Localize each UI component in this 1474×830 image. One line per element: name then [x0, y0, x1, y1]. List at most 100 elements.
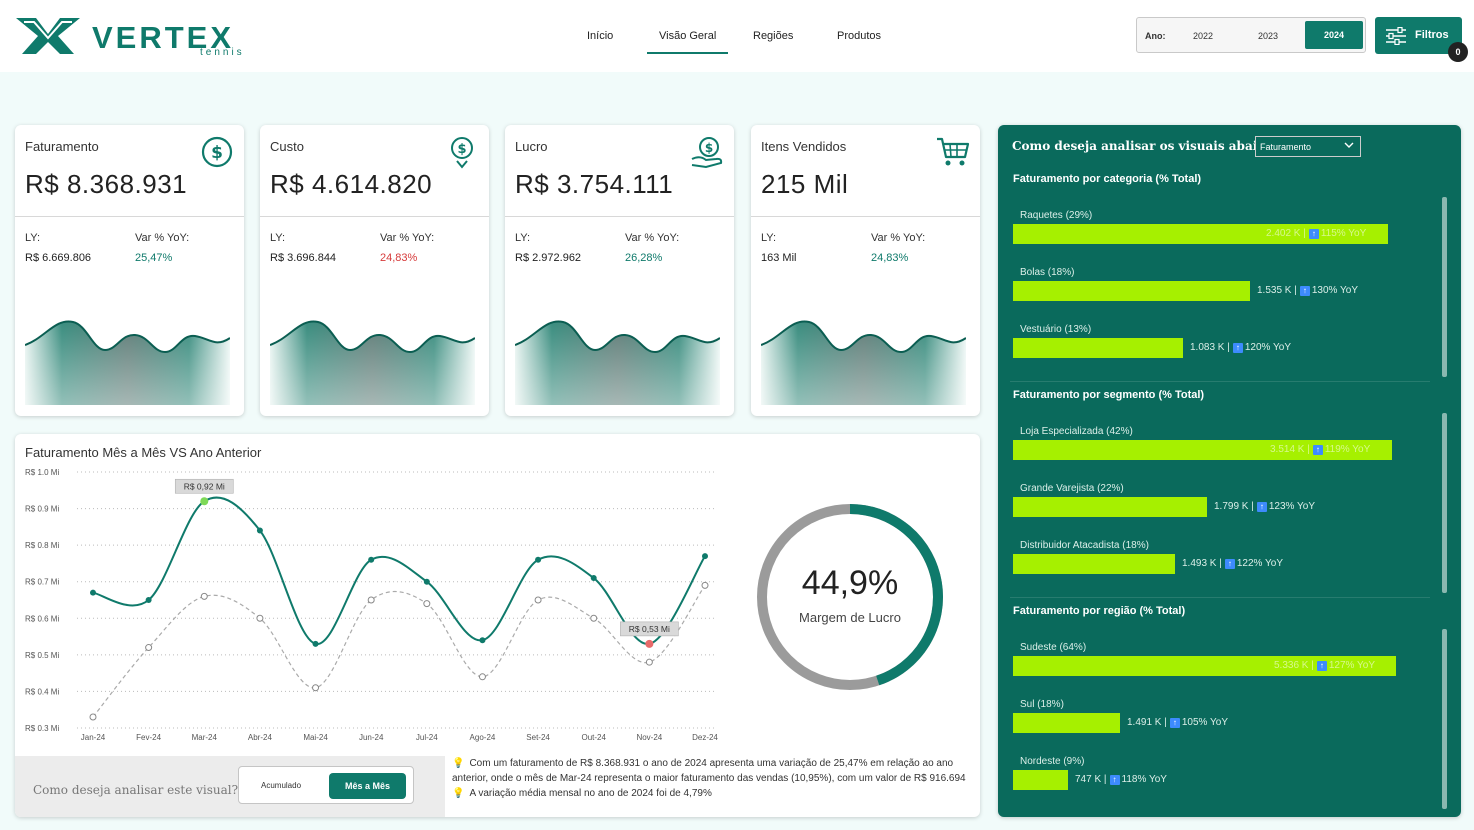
y-tick-label: R$ 0.6 Mi: [25, 614, 59, 623]
kpi-ly-label: LY:: [761, 232, 777, 244]
nav-visao-geral[interactable]: Visão Geral: [647, 30, 729, 54]
bar-yoy: 122% YoY: [1236, 558, 1284, 569]
bar[interactable]: [1013, 713, 1120, 733]
x-tick-label: Set-24: [526, 733, 550, 742]
data-point-previous[interactable]: [478, 673, 486, 681]
arrow-up-icon: ↑: [1109, 775, 1120, 785]
data-point-previous[interactable]: [200, 592, 208, 600]
arrow-up-icon: ↑: [1224, 559, 1235, 569]
bar-value-label: 2.402 K | ↑ 115% YoY: [1266, 228, 1366, 239]
bar-label: Vestuário (13%): [1020, 324, 1092, 335]
kpi-var-value: 24,83%: [380, 252, 418, 264]
section-title: Faturamento por segmento (% Total): [1013, 389, 1205, 401]
data-point-current[interactable]: [312, 640, 319, 647]
year-option-2022[interactable]: 2022: [1193, 31, 1213, 41]
chart-title: Faturamento Mês a Mês VS Ano Anterior: [25, 445, 262, 460]
section-title: Faturamento por região (% Total): [1013, 605, 1186, 617]
logo-mark-icon: [16, 18, 80, 54]
data-point-current[interactable]: [535, 556, 542, 563]
year-option-2023[interactable]: 2023: [1258, 31, 1278, 41]
data-point-previous[interactable]: [312, 684, 320, 692]
bar-label: Sudeste (64%): [1020, 642, 1087, 653]
bar[interactable]: [1013, 770, 1068, 790]
lightbulb-icon: 💡: [452, 788, 465, 799]
monthly-line-chart[interactable]: R$ 0.3 Mi R$ 0.4 Mi R$ 0.5 Mi R$ 0.6 Mi R$ 0…: [15, 464, 735, 774]
bar-yoy: 119% YoY: [1324, 444, 1371, 455]
bar[interactable]: [1013, 338, 1183, 358]
kpi-card-faturamento[interactable]: Faturamento $ R$ 8.368.931 LY: R$ 6.669.…: [15, 125, 244, 416]
bar-value: 1.799 K |: [1214, 501, 1254, 512]
x-tick-label: Mar-24: [192, 733, 218, 742]
data-point-current[interactable]: [256, 527, 263, 534]
top-header: VERTEX tennis Início Visão Geral Regiões…: [0, 0, 1474, 72]
filters-label: Filtros: [1415, 29, 1449, 41]
kpi-title: Itens Vendidos: [761, 139, 847, 154]
data-point-previous[interactable]: [534, 596, 542, 604]
data-point-current[interactable]: [590, 575, 597, 582]
analyse-visual-bar: Como deseja analisar este visual? Acumul…: [15, 756, 445, 817]
bar-yoy: 123% YoY: [1268, 501, 1316, 512]
bar-yoy: 105% YoY: [1181, 717, 1229, 728]
arrow-up-icon: ↑: [1169, 718, 1180, 728]
data-point-previous[interactable]: [145, 644, 153, 652]
y-tick-label: R$ 0.7 Mi: [25, 578, 59, 587]
data-point-current[interactable]: [702, 553, 708, 560]
year-option-2024-selected[interactable]: 2024: [1305, 21, 1363, 49]
kpi-var-label: Var % YoY:: [135, 232, 190, 244]
data-point-current[interactable]: [479, 637, 486, 644]
data-point-previous[interactable]: [645, 658, 653, 666]
data-point-current[interactable]: [200, 497, 209, 506]
nav-regioes[interactable]: Regiões: [753, 30, 793, 42]
x-tick-label: Mai-24: [303, 733, 328, 742]
bar-value: 1.493 K |: [1182, 558, 1222, 569]
data-point-previous[interactable]: [701, 581, 709, 589]
data-point-current[interactable]: [423, 578, 430, 585]
kpi-ly-value: R$ 2.972.962: [515, 252, 582, 264]
bar[interactable]: [1013, 554, 1175, 574]
dollar-circle-icon: $: [201, 136, 233, 168]
chevron-down-icon: [1344, 142, 1354, 148]
bar[interactable]: [1013, 497, 1207, 517]
section-divider: [1010, 597, 1430, 598]
nav-produtos[interactable]: Produtos: [837, 30, 881, 42]
kpi-ly-value: 163 Mil: [761, 252, 797, 264]
kpi-ly-value: R$ 3.696.844: [270, 252, 337, 264]
data-point-previous[interactable]: [423, 600, 431, 608]
metric-dropdown-value: Faturamento: [1260, 142, 1312, 152]
kpi-var-value: 24,83%: [871, 252, 909, 264]
bar-value-label: 1.799 K | ↑ 123% YoY: [1214, 501, 1315, 512]
svg-text:$: $: [211, 143, 223, 163]
bar-value-label: 1.535 K | ↑ 130% YoY: [1257, 285, 1358, 296]
x-tick-label: Fev-24: [136, 733, 161, 742]
data-point-current[interactable]: [90, 589, 96, 596]
data-point-previous[interactable]: [367, 596, 375, 604]
data-point-previous[interactable]: [256, 614, 264, 622]
analyse-question: Como deseja analisar este visual?: [33, 783, 239, 797]
section-scrollbar[interactable]: [1442, 197, 1447, 377]
section-scrollbar[interactable]: [1442, 629, 1447, 809]
data-point-previous[interactable]: [89, 713, 97, 721]
bar[interactable]: [1013, 281, 1250, 301]
toggle-mes-a-mes-selected[interactable]: Mês a Mês: [329, 773, 406, 799]
kpi-card-custo[interactable]: Custo $ R$ 4.614.820 LY: R$ 3.696.844 Va…: [260, 125, 489, 416]
nav-inicio[interactable]: Início: [587, 30, 613, 42]
hand-coin-icon: $: [691, 137, 723, 169]
section-title: Faturamento por categoria (% Total): [1013, 173, 1202, 185]
y-tick-label: R$ 0.3 Mi: [25, 724, 59, 733]
arrow-up-icon: ↑: [1316, 661, 1327, 671]
data-point-current[interactable]: [145, 597, 152, 603]
insight-line: 💡 Com um faturamento de R$ 8.368.931 o an…: [452, 756, 974, 786]
bar-value: 1.083 K |: [1190, 342, 1230, 353]
section-scrollbar[interactable]: [1442, 413, 1447, 593]
data-point-current[interactable]: [368, 556, 375, 563]
toggle-acumulado[interactable]: Acumulado: [261, 781, 301, 790]
monthly-chart-panel: Faturamento Mês a Mês VS Ano Anterior R$…: [15, 434, 980, 817]
kpi-card-lucro[interactable]: Lucro $ R$ 3.754.111 LY: R$ 2.972.962 Va…: [505, 125, 734, 416]
kpi-card-itens-vendidos[interactable]: Itens Vendidos 215 Mil LY: 163 Mil Var %…: [751, 125, 980, 416]
sliders-icon: [1386, 27, 1406, 45]
bar-label: Raquetes (29%): [1020, 210, 1093, 221]
data-point-previous[interactable]: [590, 614, 598, 622]
metric-dropdown[interactable]: Faturamento: [1255, 136, 1361, 157]
data-point-current[interactable]: [645, 639, 654, 648]
kpi-value: R$ 3.754.111: [515, 169, 674, 199]
